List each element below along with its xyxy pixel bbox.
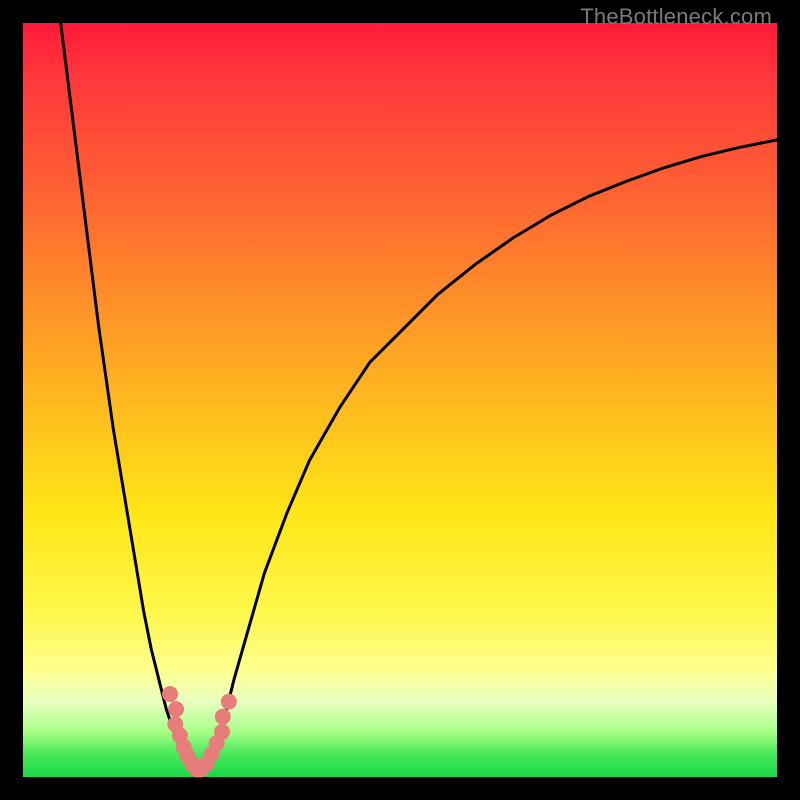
bottleneck-curves (61, 23, 777, 773)
marker-dot (221, 694, 237, 710)
chart-frame: TheBottleneck.com (0, 0, 800, 800)
bottleneck-markers (162, 686, 237, 777)
marker-dot (215, 709, 231, 725)
curve-left-branch (61, 23, 197, 773)
marker-dot (162, 686, 178, 702)
marker-dot (214, 724, 230, 740)
chart-svg (23, 23, 777, 777)
curve-right-branch (196, 140, 777, 773)
marker-dot (168, 701, 184, 717)
watermark-label: TheBottleneck.com (580, 4, 772, 30)
